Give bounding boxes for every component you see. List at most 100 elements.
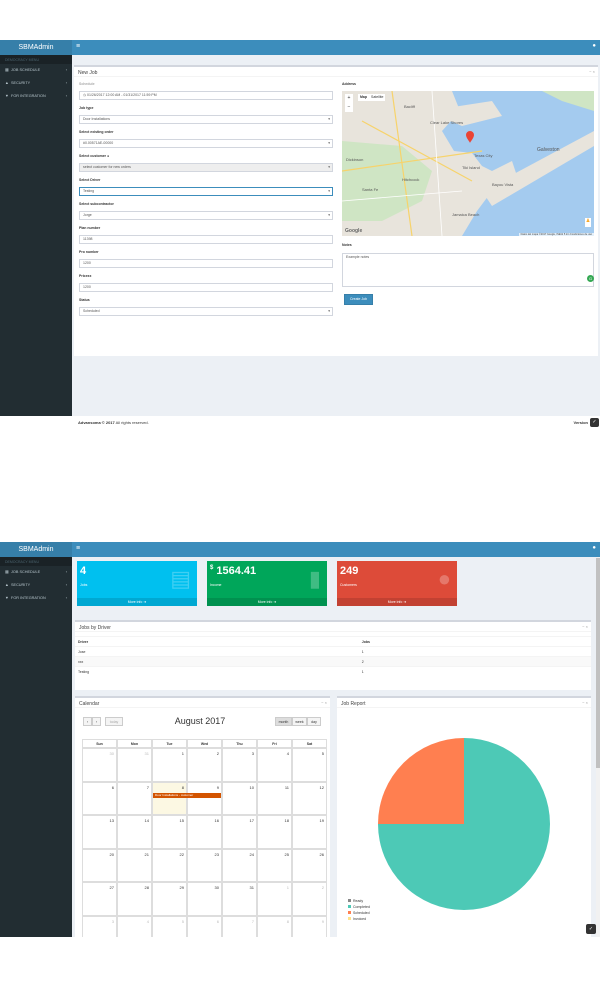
box-tools[interactable]: − ×	[589, 69, 595, 74]
calendar-day[interactable]: 1	[257, 882, 292, 916]
existing-order-label: Select existing order	[79, 130, 114, 134]
view-day-button[interactable]: day	[307, 717, 321, 726]
main-content: New Job − × Schedule ◷ 01/26/2017 12:00 …	[72, 55, 600, 430]
calendar-day[interactable]: 2	[187, 748, 222, 782]
calendar-day[interactable]: 5	[292, 748, 327, 782]
calendar-day[interactable]: 17	[222, 815, 257, 849]
calendar-day[interactable]: 18	[257, 815, 292, 849]
help-widget-icon[interactable]: ✓	[590, 418, 599, 427]
user-icon[interactable]: ●	[592, 545, 596, 551]
menu-toggle-icon[interactable]: ≡	[76, 545, 80, 552]
user-icon[interactable]: ●	[592, 43, 596, 49]
sidebar-item-security[interactable]: ▲ SECURITY ‹	[0, 77, 72, 90]
menu-toggle-icon[interactable]: ≡	[76, 43, 80, 50]
calendar-day[interactable]: 30	[82, 748, 117, 782]
calendar-day[interactable]: 6	[187, 915, 222, 937]
map-type-map[interactable]: Map	[360, 95, 367, 99]
calendar-day[interactable]: 8	[152, 781, 187, 815]
calendar-day[interactable]: 31	[222, 882, 257, 916]
legend-item[interactable]: Invoiced	[348, 917, 366, 921]
calendar-day[interactable]: 21	[117, 848, 152, 882]
stat-more-info-link[interactable]: More info ➔	[337, 598, 457, 606]
zoom-out-button[interactable]: −	[345, 103, 353, 112]
help-widget-icon[interactable]: ✓	[586, 924, 596, 934]
schedule-input[interactable]: ◷ 01/26/2017 12:00 AM - 01/31/2017 11:59…	[79, 91, 333, 100]
pie-slice-scheduled[interactable]	[378, 738, 464, 824]
calendar-day[interactable]: 10	[222, 781, 257, 815]
calendar-day[interactable]: 30	[187, 882, 222, 916]
calendar-day[interactable]: 3	[222, 748, 257, 782]
legend-item[interactable]: Completed	[348, 905, 370, 909]
calendar-day[interactable]: 26	[292, 848, 327, 882]
map-type-satellite[interactable]: Satellite	[371, 95, 383, 99]
calendar-day[interactable]: 16	[187, 815, 222, 849]
legend-item[interactable]: Scheduled	[348, 911, 370, 915]
view-week-button[interactable]: week	[292, 717, 307, 726]
existing-order-select[interactable]: #0.00571AE-00000 ▾	[79, 139, 333, 148]
calendar-day[interactable]: 15	[152, 815, 187, 849]
calendar-day[interactable]: 5	[152, 915, 187, 937]
calendar-day[interactable]: 7	[222, 915, 257, 937]
street-view-icon[interactable]: ♟	[585, 218, 591, 227]
prev-month-button[interactable]: ‹	[83, 717, 92, 726]
calendar-day[interactable]: 9	[187, 781, 222, 815]
notes-label: Notes	[342, 243, 352, 247]
scrollbar-thumb[interactable]	[596, 558, 600, 768]
legend-item[interactable]: Ready	[348, 899, 363, 903]
calendar-day[interactable]: 22	[152, 848, 187, 882]
create-job-button[interactable]: Create Job	[344, 294, 373, 305]
today-button[interactable]: today	[105, 717, 123, 726]
calendar-day[interactable]: 2	[292, 882, 327, 916]
next-month-button[interactable]: ›	[92, 717, 101, 726]
calendar-day[interactable]: 14	[117, 815, 152, 849]
scrollbar[interactable]	[596, 557, 600, 937]
sidebar-item-for-integration[interactable]: ▼ FOR INTEGRATION ‹	[0, 90, 72, 103]
grammarly-icon[interactable]: G	[587, 275, 594, 282]
stat-more-info-link[interactable]: More info ➔	[77, 598, 197, 606]
driver-select[interactable]: Testing ▾	[79, 187, 333, 196]
weekday-header: Mon	[117, 739, 152, 748]
box-tools[interactable]: − ×	[321, 700, 327, 705]
view-month-button[interactable]: month	[275, 717, 292, 726]
price-input[interactable]: 1200	[79, 283, 333, 292]
calendar-day[interactable]: 11	[257, 781, 292, 815]
calendar-day[interactable]: 12	[292, 781, 327, 815]
subcontractor-select[interactable]: Jorge ▾	[79, 211, 333, 220]
calendar-day[interactable]: 23	[187, 848, 222, 882]
status-select[interactable]: Scheduled ▾	[79, 307, 333, 316]
customer-select[interactable]: select customer for new orders ▾	[79, 163, 333, 172]
calendar-day[interactable]: 24	[222, 848, 257, 882]
calendar-day[interactable]: 6	[82, 781, 117, 815]
address-map[interactable]: Bacliff Clear Lake Shores Dickinson Texa…	[342, 91, 594, 236]
sidebar-item-job-schedule[interactable]: ▦ JOB SCHEDULE ‹	[0, 64, 72, 77]
job-type-select[interactable]: Door Installations ▾	[79, 115, 333, 124]
calendar-day[interactable]: 25	[257, 848, 292, 882]
sidebar-item-security[interactable]: ▲ SECURITY ‹	[0, 579, 72, 592]
brand-logo[interactable]: SBMAdmin	[0, 542, 72, 557]
notes-textarea[interactable]: Example notes	[342, 253, 594, 287]
calendar-day[interactable]: 8	[257, 915, 292, 937]
calendar-day[interactable]: 19	[292, 815, 327, 849]
calendar-day[interactable]: 29	[152, 882, 187, 916]
calendar-event[interactable]: Door Installations - customer	[153, 792, 221, 798]
pro-number-input[interactable]: 1200	[79, 259, 333, 268]
calendar-day[interactable]: 13	[82, 815, 117, 849]
calendar-day[interactable]: 4	[117, 915, 152, 937]
brand-logo[interactable]: SBMAdmin	[0, 40, 72, 55]
sidebar-item-job-schedule[interactable]: ▦ JOB SCHEDULE ‹	[0, 566, 72, 579]
box-tools[interactable]: − ×	[582, 700, 588, 705]
calendar-day[interactable]: 31	[117, 748, 152, 782]
calendar-day[interactable]: 28	[117, 882, 152, 916]
calendar-day[interactable]: 4	[257, 748, 292, 782]
sidebar-item-for-integration[interactable]: ▼ FOR INTEGRATION ‹	[0, 592, 72, 605]
box-tools[interactable]: − ×	[582, 624, 588, 629]
stat-more-info-link[interactable]: More info ➔	[207, 598, 327, 606]
calendar-day[interactable]: 9	[292, 915, 327, 937]
plan-number-input[interactable]: 11398	[79, 235, 333, 244]
calendar-day[interactable]: 20	[82, 848, 117, 882]
calendar-day[interactable]: 1	[152, 748, 187, 782]
calendar-day[interactable]: 3	[82, 915, 117, 937]
calendar-day[interactable]: 27	[82, 882, 117, 916]
calendar-day[interactable]: 7	[117, 781, 152, 815]
zoom-in-button[interactable]: +	[345, 94, 353, 103]
